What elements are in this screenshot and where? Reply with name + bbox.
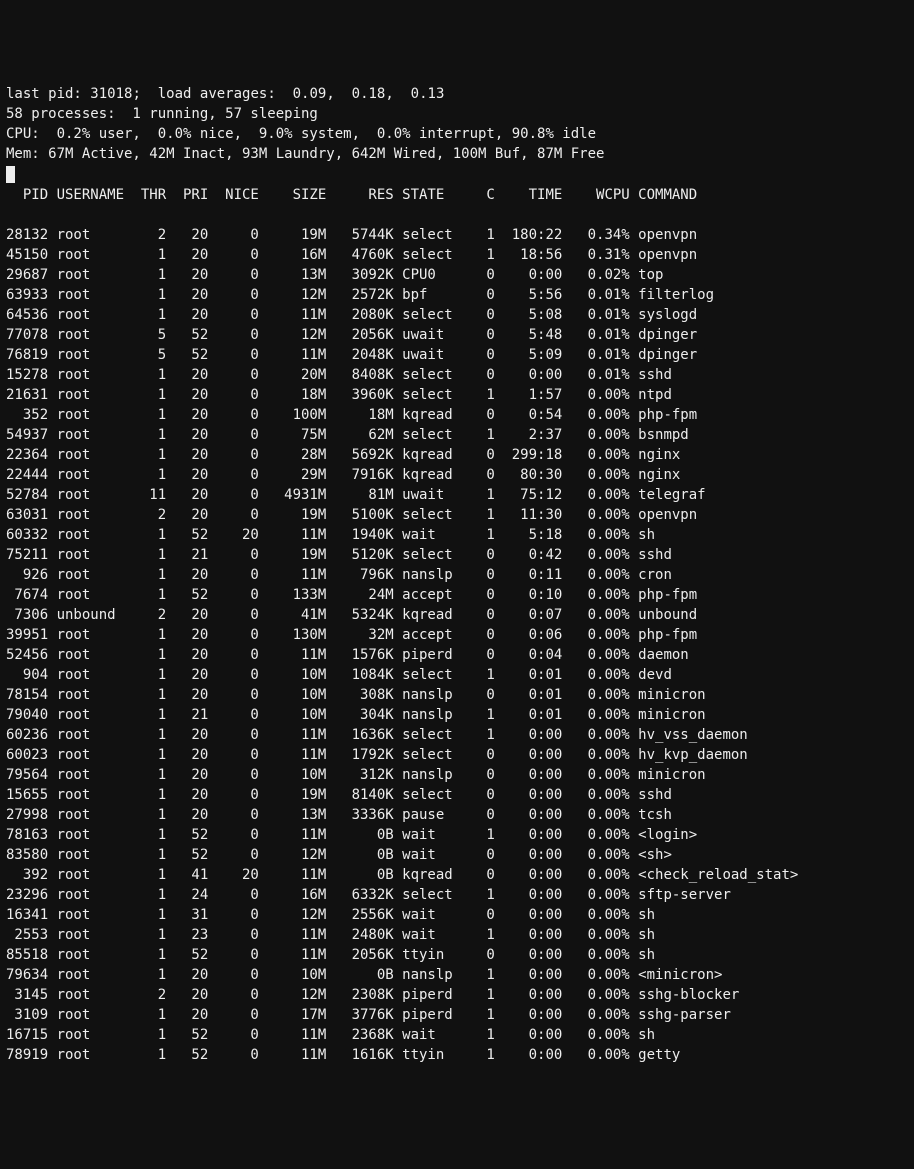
cursor-icon bbox=[6, 166, 15, 183]
column-headers: PID USERNAME THR PRI NICE SIZE RES STATE… bbox=[6, 187, 697, 203]
summary-line-cpu: CPU: 0.2% user, 0.0% nice, 9.0% system, … bbox=[6, 126, 596, 142]
process-listing: 28132 root 2 20 0 19M 5744K select 1 180… bbox=[6, 227, 798, 1063]
summary-line-1: last pid: 31018; load averages: 0.09, 0.… bbox=[6, 86, 444, 102]
summary-line-2: 58 processes: 1 running, 57 sleeping bbox=[6, 106, 318, 122]
summary-line-mem: Mem: 67M Active, 42M Inact, 93M Laundry,… bbox=[6, 146, 604, 162]
top-output: last pid: 31018; load averages: 0.09, 0.… bbox=[0, 80, 914, 1069]
